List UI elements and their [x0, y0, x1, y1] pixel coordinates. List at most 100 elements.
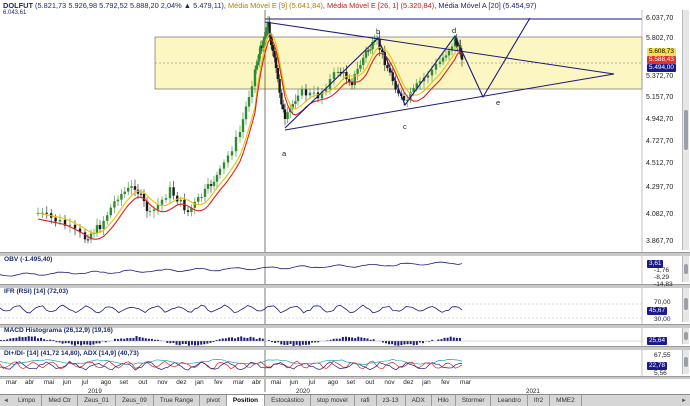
macd-bar [409, 341, 412, 345]
price-label-10: 3.867,70 [646, 238, 674, 245]
macd-bar [132, 337, 135, 341]
candle-body [296, 95, 300, 102]
macd-bar [403, 341, 406, 345]
tab-ifr2[interactable]: Ifr2 [528, 395, 551, 406]
panel-separator-obv[interactable] [0, 252, 690, 256]
macd-bar [135, 336, 138, 341]
macd-bar [194, 341, 197, 346]
macd-bar [280, 341, 283, 345]
candle-body [362, 57, 365, 65]
rsi-scrollbar[interactable] [682, 288, 689, 322]
candle-body [186, 210, 190, 212]
candle-body [282, 104, 285, 110]
candle-body [95, 225, 99, 233]
tab-z3-13[interactable]: z3-13 [377, 395, 406, 406]
pattern-label-b: b [376, 27, 380, 36]
tab-stormer[interactable]: Stormer [456, 395, 492, 406]
macd-bar [64, 341, 67, 344]
obv-label-2: -8,29 [654, 274, 670, 281]
month-label: jan [195, 379, 204, 386]
macd-bar [77, 341, 79, 345]
macd-bar [89, 341, 92, 346]
candle-body [273, 50, 276, 58]
macd-bar [335, 338, 338, 341]
panel-separator-rsi[interactable] [0, 284, 690, 288]
dmi-panel-title: DI+/DI- [14] (41,72 14,80), ADX [14,9] (… [4, 350, 139, 357]
macd-bar [43, 339, 46, 341]
chevron-left-icon[interactable]: ◄ [0, 395, 12, 406]
month-label: mar [233, 379, 245, 386]
candle-body [139, 193, 143, 195]
candle-body [133, 186, 137, 190]
price-scrollbar[interactable] [682, 10, 689, 250]
tab-leandro[interactable]: Leandro [491, 395, 528, 406]
obv-panel-title: OBV (-1.495,40) [4, 256, 53, 263]
tab-position[interactable]: Position [226, 395, 266, 406]
month-label: nov [384, 379, 395, 386]
tab-true-range[interactable]: True Range [154, 395, 201, 406]
candle-body [283, 109, 287, 120]
candle-body [54, 217, 57, 222]
candle-body [250, 86, 254, 98]
tab-hilo[interactable]: Hilo [432, 395, 456, 406]
macd-scrollbar[interactable] [682, 328, 689, 344]
macd-bar [437, 339, 440, 341]
chevron-right-icon[interactable]: ► [678, 395, 690, 406]
candle-body [148, 211, 152, 213]
tab-rafi[interactable]: rafi [355, 395, 377, 406]
macd-bar [12, 338, 15, 341]
rsi-scroll-thumb[interactable] [684, 298, 688, 310]
macd-bar [138, 337, 141, 341]
tab-adx[interactable]: ADX [406, 395, 432, 406]
dmi-scrollbar[interactable] [682, 350, 689, 374]
month-label: dez [176, 379, 187, 386]
tab-med-ctr[interactable]: Med Ctr [42, 395, 79, 406]
candle-body [230, 151, 234, 156]
macd-bar [95, 341, 98, 344]
macd-bar [80, 341, 83, 346]
obv-scroll-thumb[interactable] [684, 264, 688, 274]
obv-line [0, 261, 463, 277]
tab-limpo[interactable]: Limpo [12, 395, 43, 406]
tab-estoc-stico[interactable]: Estocástico [265, 395, 311, 406]
macd-bar [360, 337, 363, 341]
macd-bar [341, 337, 344, 341]
month-label: out [138, 379, 148, 386]
candle-body [280, 92, 283, 105]
month-label: abr [24, 379, 35, 386]
macd-value-tag: 25,64 [647, 337, 667, 345]
candle-body [276, 68, 279, 80]
month-label: jun [62, 379, 72, 386]
macd-scroll-thumb[interactable] [684, 332, 688, 340]
macd-bar [15, 337, 18, 341]
tab-pivot[interactable]: pivot [200, 395, 227, 406]
candle-body [172, 187, 175, 196]
dmi-scroll-thumb[interactable] [684, 357, 688, 367]
month-label: nov [157, 379, 168, 386]
candle-body [164, 198, 168, 200]
rsi-label-70: 70,00 [654, 299, 671, 306]
candle-body [430, 69, 434, 76]
scrollbar-handle-icon[interactable] [684, 110, 688, 150]
month-label: mar [6, 379, 18, 386]
candle-body [286, 112, 289, 120]
macd-bar [274, 341, 277, 343]
candle-body [356, 68, 359, 74]
candle-body [258, 53, 261, 62]
obv-scrollbar[interactable] [682, 256, 689, 282]
macd-bar [240, 336, 243, 341]
tab-stop-movel[interactable]: stop movel [311, 395, 355, 406]
month-label: mai [270, 379, 282, 386]
tab-zeus-01[interactable]: Zeus_01 [78, 395, 116, 406]
tab-zeus-09[interactable]: Zeus_09 [116, 395, 154, 406]
candle-body [73, 224, 77, 229]
trading-platform-window: DOLFUT (5.821,73 5.926,98 5.792,52 5.888… [0, 0, 690, 406]
macd-bar [237, 337, 240, 341]
tab-mme2[interactable]: MME2 [550, 395, 582, 406]
candle-body [212, 181, 216, 186]
macd-bar [184, 341, 187, 344]
macd-bar [169, 341, 172, 344]
month-label: set [346, 379, 356, 386]
month-label: fev [214, 379, 223, 386]
macd-bar [357, 336, 360, 341]
